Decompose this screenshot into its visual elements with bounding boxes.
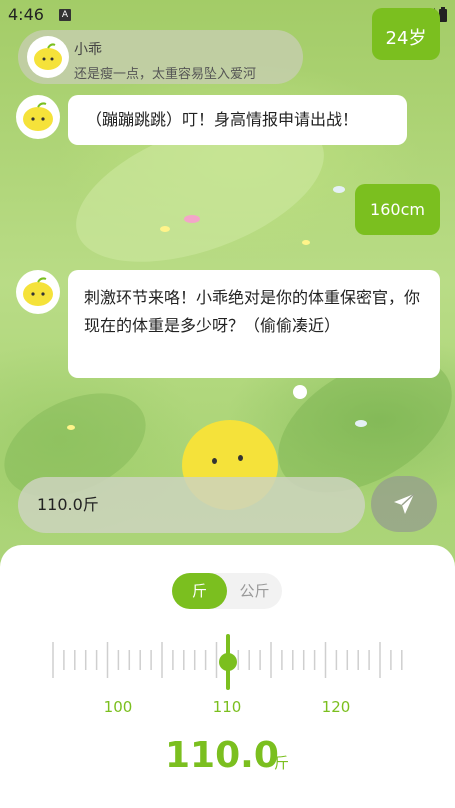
- user-message: 160cm: [355, 184, 440, 235]
- send-button[interactable]: [371, 476, 437, 532]
- lemon-icon: [34, 43, 62, 70]
- unit-toggle[interactable]: 斤 公斤: [172, 573, 282, 609]
- unit-option-kg[interactable]: 公斤: [227, 573, 282, 609]
- lemon-icon: [23, 277, 53, 306]
- ruler-label: 100: [103, 698, 133, 716]
- status-time: 4:46: [8, 5, 44, 24]
- bot-message: （蹦蹦跳跳）叮！身高情报申请出战！: [68, 95, 407, 145]
- weight-unit: 斤: [274, 754, 290, 772]
- unit-option-jin[interactable]: 斤: [172, 573, 227, 609]
- weight-input-value: 110.0斤: [37, 495, 99, 514]
- ruler-knob[interactable]: [219, 653, 237, 671]
- weight-ruler[interactable]: [0, 630, 455, 690]
- bot-message-text: 刺激环节来咯！小乖绝对是你的体重保密官，你现在的体重是多少呀？（偷偷凑近）: [84, 288, 421, 335]
- character-name: 小乖: [74, 42, 102, 58]
- bot-message: 刺激环节来咯！小乖绝对是你的体重保密官，你现在的体重是多少呀？（偷偷凑近）: [68, 270, 440, 378]
- character-subtitle: 还是瘦一点，太重容易坠入爱河: [74, 67, 257, 82]
- ruler-label: 110: [212, 698, 242, 716]
- weight-input[interactable]: 110.0斤: [18, 477, 365, 533]
- send-icon: [394, 493, 415, 514]
- battery-icon: [439, 7, 447, 22]
- lemon-icon: [23, 102, 53, 131]
- mascot-avatar[interactable]: [27, 36, 69, 78]
- mascot-avatar: [16, 95, 60, 139]
- weight-value: 110.0: [165, 735, 279, 776]
- mascot-avatar: [16, 270, 60, 314]
- user-message-text: 160cm: [370, 200, 425, 219]
- age-badge[interactable]: 24岁: [372, 8, 440, 60]
- ruler-label: 120: [321, 698, 351, 716]
- status-indicator: A: [59, 9, 71, 21]
- bot-message-text: （蹦蹦跳跳）叮！身高情报申请出战！: [86, 110, 359, 129]
